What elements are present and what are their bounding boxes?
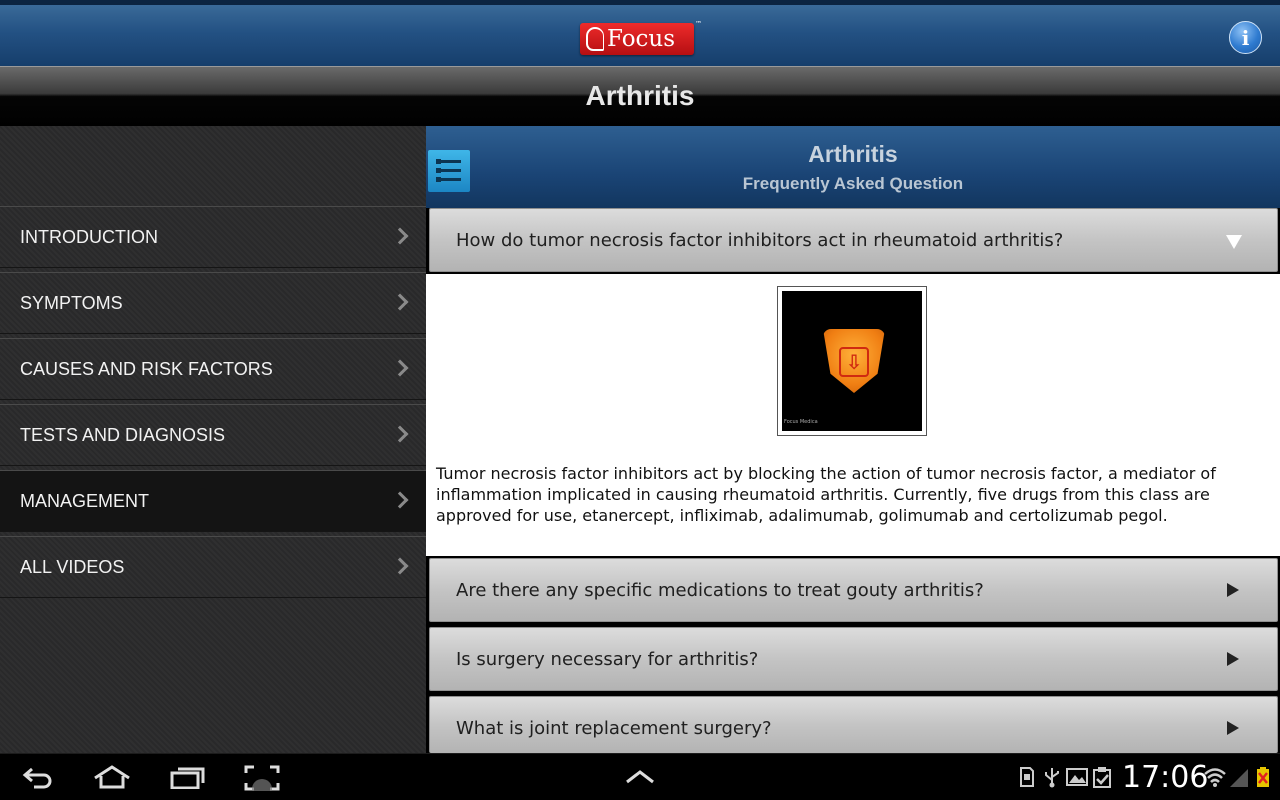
download-icon: ⇩ xyxy=(839,347,869,377)
chevron-right-icon xyxy=(391,491,409,509)
sidebar-item-label: TESTS AND DIAGNOSIS xyxy=(20,424,226,445)
triangle-right-icon xyxy=(1227,583,1239,597)
signal-icon xyxy=(1230,769,1248,787)
faq-question-text: Is surgery necessary for arthritis? xyxy=(456,649,759,670)
info-button[interactable]: i xyxy=(1229,21,1262,54)
answer-text: Tumor necrosis factor inhibitors act by … xyxy=(436,464,1216,525)
title-bar: Arthritis xyxy=(0,66,1280,126)
faq-question-text: How do tumor necrosis factor inhibitors … xyxy=(456,230,1064,251)
recent-apps-icon[interactable] xyxy=(170,765,206,789)
content-header: Arthritis Frequently Asked Question xyxy=(426,126,1280,208)
sidebar-item-label: ALL VIDEOS xyxy=(20,556,125,577)
focus-logo: Focus ™ xyxy=(580,20,702,55)
home-icon[interactable] xyxy=(92,765,132,789)
faq-question-1[interactable]: How do tumor necrosis factor inhibitors … xyxy=(429,208,1278,272)
sidebar: INTRODUCTION SYMPTOMS CAUSES AND RISK FA… xyxy=(0,126,426,753)
sidebar-item-all-videos[interactable]: ALL VIDEOS xyxy=(0,536,426,598)
triangle-right-icon xyxy=(1227,721,1239,735)
sidebar-item-label: MANAGEMENT xyxy=(20,490,150,511)
triangle-down-icon xyxy=(1226,235,1242,249)
page-title: Arthritis xyxy=(585,80,695,111)
head-profile-icon xyxy=(586,27,604,51)
content-title: Arthritis xyxy=(808,141,898,167)
faq-question-text: What is joint replacement surgery? xyxy=(456,718,772,739)
app-header: Focus ™ i xyxy=(0,0,1280,66)
sidebar-item-label: INTRODUCTION xyxy=(20,226,158,247)
chevron-right-icon xyxy=(391,227,409,245)
sidebar-item-tests-and-diagnosis[interactable]: TESTS AND DIAGNOSIS xyxy=(0,404,426,466)
faq-answer: ⇩ Focus Medica Tumor necrosis factor inh… xyxy=(426,274,1280,556)
back-icon[interactable] xyxy=(22,765,54,789)
sidebar-item-label: CAUSES AND RISK FACTORS xyxy=(20,358,273,379)
gallery-icon xyxy=(1066,768,1088,786)
battery-icon xyxy=(1257,767,1269,787)
video-thumbnail[interactable]: ⇩ Focus Medica xyxy=(777,286,927,436)
usb-icon xyxy=(1045,768,1059,788)
faq-question-2[interactable]: Are there any specific medications to tr… xyxy=(429,558,1278,622)
wifi-icon xyxy=(1204,768,1226,787)
screenshot-icon[interactable] xyxy=(244,765,280,791)
trademark: ™ xyxy=(695,20,702,28)
chevron-right-icon xyxy=(391,557,409,575)
chevron-right-icon xyxy=(391,293,409,311)
info-icon: i xyxy=(1241,25,1250,50)
sidebar-item-management[interactable]: MANAGEMENT xyxy=(0,470,426,532)
clipboard-check-icon xyxy=(1093,767,1111,788)
faq-question-4[interactable]: What is joint replacement surgery? xyxy=(429,696,1278,753)
triangle-right-icon xyxy=(1227,652,1239,666)
video-caption: Focus Medica xyxy=(784,419,818,425)
up-arrow-icon[interactable] xyxy=(624,768,656,784)
faq-panel: Arthritis Frequently Asked Question How … xyxy=(426,126,1280,753)
faq-question-3[interactable]: Is surgery necessary for arthritis? xyxy=(429,627,1278,691)
faq-question-text: Are there any specific medications to tr… xyxy=(456,580,984,601)
status-clock: 17:06 xyxy=(1122,760,1209,795)
logo-text: Focus xyxy=(607,25,676,52)
sidebar-item-introduction[interactable]: INTRODUCTION xyxy=(0,206,426,268)
system-bar: 17:06 xyxy=(0,753,1280,800)
sidebar-item-symptoms[interactable]: SYMPTOMS xyxy=(0,272,426,334)
chevron-right-icon xyxy=(391,425,409,443)
sd-card-icon xyxy=(1020,767,1034,787)
chevron-right-icon xyxy=(391,359,409,377)
sidebar-item-label: SYMPTOMS xyxy=(20,292,123,313)
sidebar-item-causes-and-risk-factors[interactable]: CAUSES AND RISK FACTORS xyxy=(0,338,426,400)
content-subtitle: Frequently Asked Question xyxy=(742,174,964,193)
